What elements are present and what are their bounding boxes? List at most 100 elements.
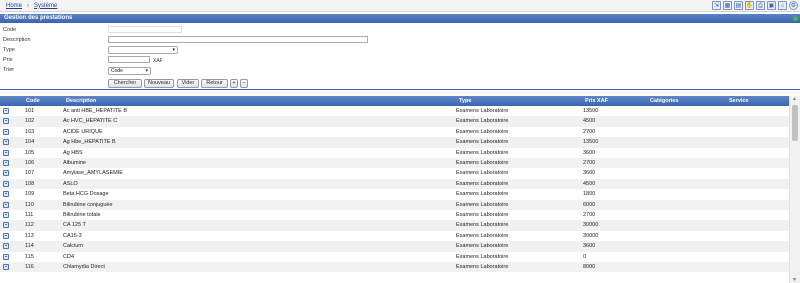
row-edit-icon[interactable] [3,222,9,229]
cell-description: Bilirubine totale [63,212,101,218]
cell-type: Examens Laboratoire [456,253,509,260]
vider-button[interactable]: Vider [177,79,199,88]
row-edit-icon[interactable] [3,264,9,270]
trier-select-value: Code [111,68,123,74]
cell-type: Examens Laboratoire [456,118,509,125]
cell-description: Beta HCG Dosage [63,191,109,198]
table-row[interactable]: 108 ASLO Examens Laboratoire 4500 [0,178,789,190]
cell-code: 105 [25,149,35,156]
prestations-table: Code Description Type Prix XAF Catégorie… [0,96,789,283]
cell-prix: 6000 [583,201,596,208]
column-header-code[interactable]: Code [26,96,40,106]
breadcrumb-current-link[interactable]: Système [34,3,57,9]
document-icon[interactable]: ▤ [734,1,743,10]
column-header-prix[interactable]: Prix XAF [585,96,608,106]
chevron-down-icon: ▾ [145,68,148,74]
cell-type: Examens Laboratoire [456,212,509,218]
type-label: Type [3,47,15,53]
table-row[interactable]: 101 Ac anti HBE_HEPATITE B Examens Laborat… [0,106,789,116]
section-divider [0,89,800,90]
row-edit-icon[interactable] [3,160,9,166]
cell-description: CD4 [63,253,75,260]
cell-type: Examens Laboratoire [456,201,509,208]
retour-button[interactable]: Retour [201,79,228,88]
type-select[interactable]: ▾ [108,46,178,54]
cell-description: Ac HVC_HEPATITE C [63,118,118,125]
scroll-up-icon[interactable]: ▲ [792,96,797,102]
cell-code: 107 [25,170,35,177]
code-label: Code [3,27,17,33]
cell-prix: 30000 [583,232,599,239]
row-edit-icon[interactable] [3,139,9,146]
table-row[interactable]: 103 ACIDE URIQUE Examens Laboratoire 2700 [0,127,789,137]
prix-input[interactable] [108,56,150,63]
row-edit-icon[interactable] [3,201,9,208]
description-input[interactable] [108,36,368,43]
table-row[interactable]: 114 Calcium Examens Laboratoire 3600 [0,241,789,252]
code-input[interactable] [108,26,182,33]
cell-code: 113 [25,232,34,239]
row-edit-icon[interactable] [3,170,9,177]
settings-icon[interactable]: ⚙ [789,1,798,10]
row-edit-icon[interactable] [3,253,9,260]
cell-type: Examens Laboratoire [456,139,509,146]
prix-unit: XAF [153,58,163,64]
cell-code: 114 [25,243,34,250]
table-row[interactable]: 104 Ag Hbe_HEPATITE B Examens Laboratoire 1… [0,137,789,148]
home-icon[interactable]: ⌂ [778,1,787,10]
cell-prix: 2700 [583,212,596,218]
chevron-down-icon: ▾ [172,47,175,53]
scroll-down-icon[interactable]: ▼ [792,277,797,283]
cell-type: Examens Laboratoire [456,222,509,229]
vertical-scrollbar[interactable]: ▲ ▼ [789,96,800,283]
table-row[interactable]: 113 CA15-3 Examens Laboratoire 30000 [0,231,789,241]
table-row[interactable]: 105 Ag HBS Examens Laboratoire 3600 [0,148,789,158]
table-row[interactable]: 107 Amylase_AMYLASEMIE Examens Laboratoire… [0,168,789,178]
hand-icon[interactable]: ✋ [745,1,754,10]
table-row[interactable]: 110 Bilirubine conjuguée Examens Laboratoi… [0,199,789,210]
remove-button[interactable]: – [240,79,248,88]
column-header-service[interactable]: Service [729,96,749,106]
cell-prix: 2700 [583,160,596,166]
cell-type: Examens Laboratoire [456,191,509,198]
cell-prix: 4500 [583,118,596,125]
table-row[interactable]: 112 CA 125 T Examens Laboratoire 30000 [0,220,789,231]
cell-prix: 13500 [583,108,599,114]
table-row[interactable]: 111 Bilirubine totale Examens Laboratoire 2… [0,210,789,220]
cell-description: CA15-3 [63,232,82,239]
cell-type: Examens Laboratoire [456,128,509,135]
column-header-description[interactable]: Description [66,96,96,106]
cell-type: Examens Laboratoire [456,149,509,156]
lock-icon[interactable]: ▣ [767,1,776,10]
trier-select[interactable]: Code ▾ [108,67,151,75]
nouveau-button[interactable]: Nouveau [144,79,174,88]
scrollbar-thumb[interactable] [792,105,798,141]
row-edit-icon[interactable] [3,191,9,198]
row-edit-icon[interactable] [3,108,9,114]
breadcrumb-separator: › [27,2,30,9]
row-edit-icon[interactable] [3,232,9,239]
table-row[interactable]: 106 Albumine Examens Laboratoire 2700 [0,158,789,169]
cell-description: CA 125 T [63,222,86,229]
row-edit-icon[interactable] [3,212,9,218]
chercher-button[interactable]: Chercher [108,79,142,88]
column-header-type[interactable]: Type [459,96,471,106]
row-edit-icon[interactable] [3,180,9,187]
cell-prix: 8000 [583,264,596,270]
table-row[interactable]: 116 Chlamydia Direct Examens Laboratoire 80… [0,262,789,273]
row-edit-icon[interactable] [3,149,9,156]
row-edit-icon[interactable] [3,128,9,135]
cell-type: Examens Laboratoire [456,108,509,114]
breadcrumb-home-link[interactable]: Home [6,3,22,9]
export-icon[interactable]: ⇲ [712,1,721,10]
add-button[interactable]: + [230,79,238,88]
row-edit-icon[interactable] [3,243,9,250]
table-row[interactable]: 109 Beta HCG Dosage Examens Laboratoire 180… [0,189,789,199]
print-icon[interactable]: ⎙ [756,1,765,10]
column-header-categories[interactable]: Catégories [650,96,678,106]
grid-icon[interactable]: ▦ [723,1,732,10]
table-row[interactable]: 115 CD4 Examens Laboratoire 0 [0,252,789,262]
cell-prix: 0 [583,253,587,260]
table-row[interactable]: 102 Ac HVC_HEPATITE C Examens Laboratoire 4… [0,116,789,127]
row-edit-icon[interactable] [3,118,9,125]
